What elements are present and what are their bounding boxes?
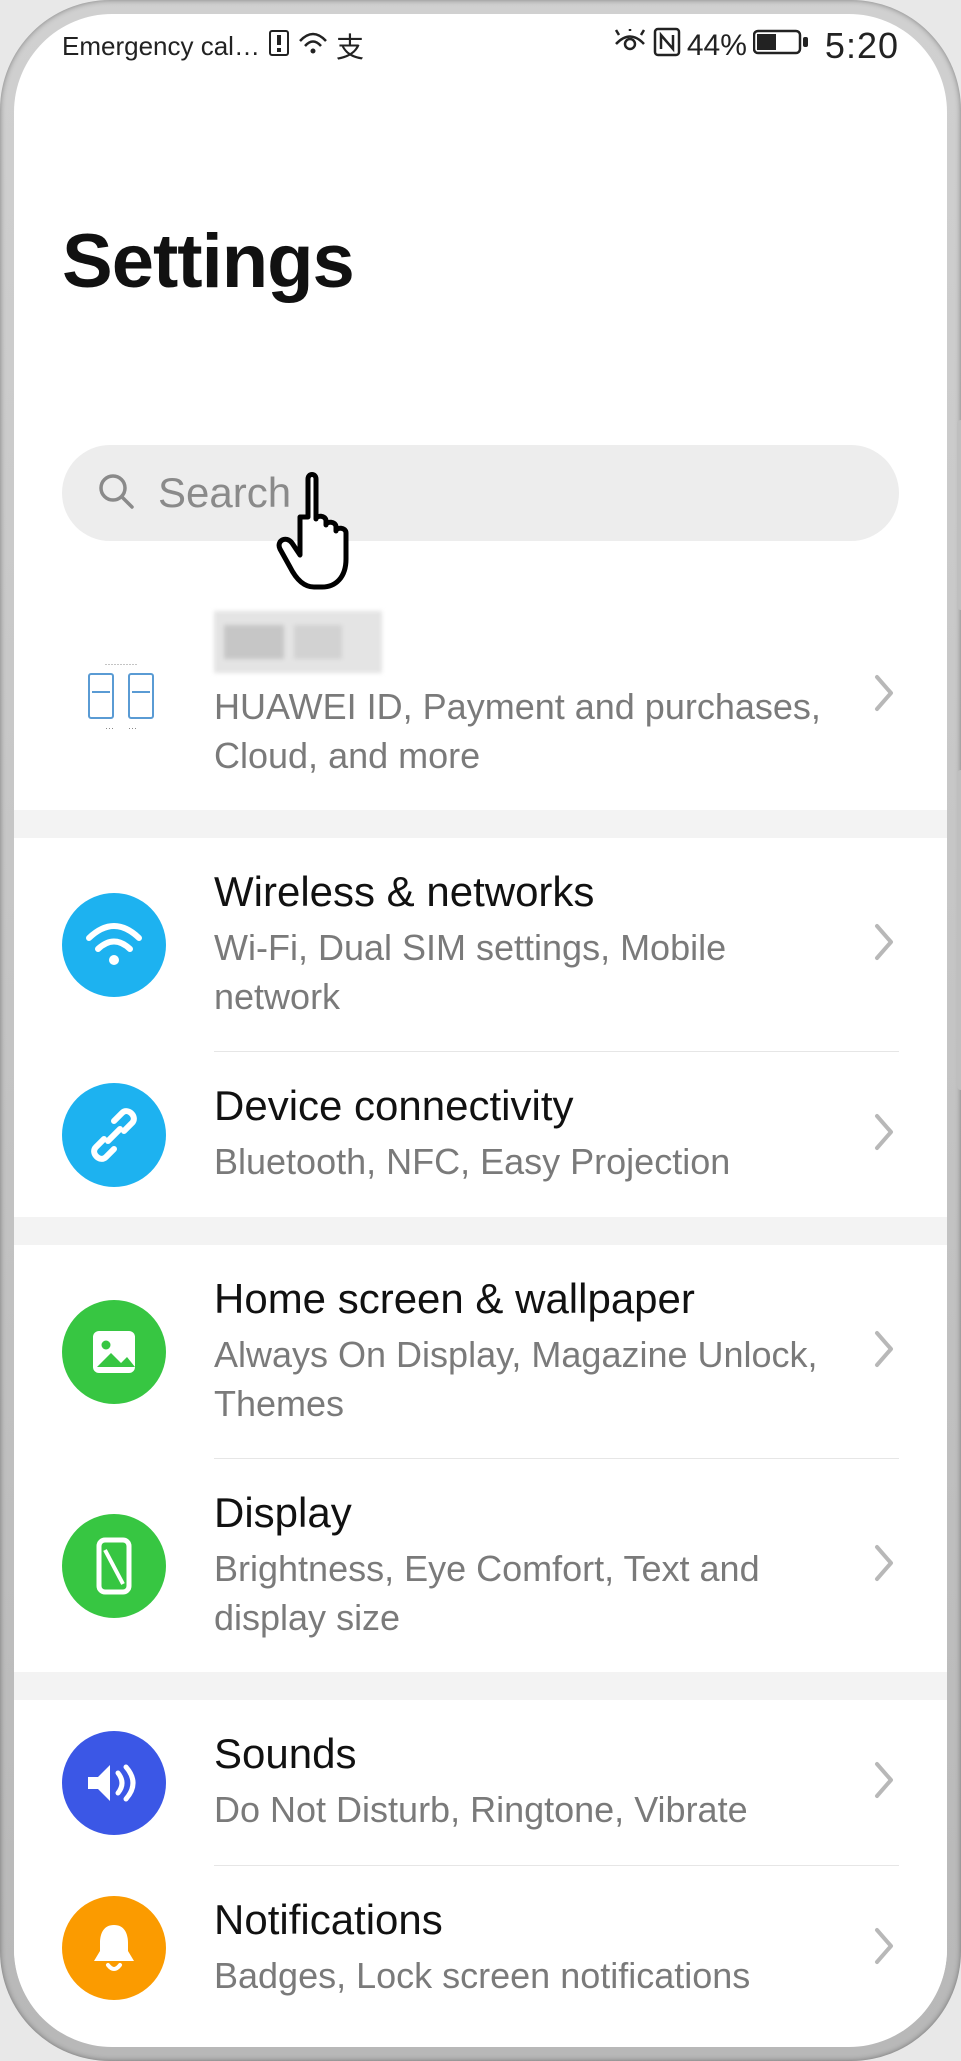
power-button[interactable]: [957, 770, 961, 1090]
row-subtitle: Brightness, Eye Comfort, Text and displa…: [214, 1545, 841, 1642]
battery-percent: 44%: [687, 29, 747, 63]
row-title: Home screen & wallpaper: [214, 1275, 841, 1323]
row-title: Display: [214, 1489, 841, 1537]
battery-icon: [753, 28, 809, 64]
chevron-right-icon: [871, 1327, 899, 1376]
search-input[interactable]: Search: [62, 445, 899, 541]
chevron-right-icon: [871, 1758, 899, 1807]
row-subtitle: Bluetooth, NFC, Easy Projection: [214, 1138, 841, 1187]
row-title: Device connectivity: [214, 1082, 841, 1130]
settings-row-display[interactable]: Display Brightness, Eye Comfort, Text and…: [14, 1459, 947, 1672]
row-subtitle: Do Not Disturb, Ringtone, Vibrate: [214, 1786, 841, 1835]
page-title: Settings: [14, 78, 947, 305]
phone-frame: Emergency cal… 支 44%: [0, 0, 961, 2061]
chevron-right-icon: [871, 920, 899, 969]
group-separator: [14, 1217, 947, 1245]
bell-icon: [62, 1896, 166, 2000]
screen: Emergency cal… 支 44%: [14, 14, 947, 2047]
settings-row-sounds[interactable]: Sounds Do Not Disturb, Ringtone, Vibrate: [14, 1700, 947, 1865]
settings-row-wireless[interactable]: Wireless & networks Wi-Fi, Dual SIM setti…: [14, 838, 947, 1051]
link-icon: [62, 1083, 166, 1187]
row-title: Wireless & networks: [214, 868, 841, 916]
search-placeholder: Search: [158, 469, 291, 517]
settings-row-home[interactable]: Home screen & wallpaper Always On Display…: [14, 1245, 947, 1458]
account-subtitle: HUAWEI ID, Payment and purchases, Cloud,…: [214, 683, 841, 780]
nfc-icon: [653, 27, 681, 65]
alipay-icon: 支: [336, 26, 364, 66]
phone-icon: [62, 1514, 166, 1618]
group-separator: [14, 1672, 947, 1700]
settings-group: Sounds Do Not Disturb, Ringtone, Vibrate N…: [14, 1700, 947, 2030]
row-title: Notifications: [214, 1896, 841, 1944]
clock: 5:20: [825, 25, 899, 67]
settings-row-connectivity[interactable]: Device connectivity Bluetooth, NFC, Easy …: [14, 1052, 947, 1217]
wifi-small-icon: [298, 31, 328, 62]
settings-group: Wireless & networks Wi-Fi, Dual SIM setti…: [14, 838, 947, 1217]
volume-icon: [62, 1731, 166, 1835]
sim-alert-icon: [268, 29, 290, 64]
carrier-text: Emergency cal…: [62, 31, 260, 62]
volume-button[interactable]: [957, 420, 961, 610]
chevron-right-icon: [871, 1110, 899, 1159]
wifi-icon: [62, 893, 166, 997]
chevron-right-icon: [871, 1541, 899, 1590]
account-preview-icon: ··········· ······: [62, 637, 180, 755]
chevron-right-icon: [871, 671, 899, 720]
account-row[interactable]: ··········· ······ HUAWEI ID, Payment an…: [14, 581, 947, 810]
image-icon: [62, 1300, 166, 1404]
search-icon: [96, 471, 136, 516]
status-bar: Emergency cal… 支 44%: [14, 14, 947, 78]
settings-row-notifications[interactable]: Notifications Badges, Lock screen notific…: [14, 1866, 947, 2031]
settings-group: Home screen & wallpaper Always On Display…: [14, 1245, 947, 1672]
chevron-right-icon: [871, 1924, 899, 1973]
group-separator: [14, 810, 947, 838]
row-title: Sounds: [214, 1730, 841, 1778]
row-subtitle: Wi-Fi, Dual SIM settings, Mobile network: [214, 924, 841, 1021]
row-subtitle: Badges, Lock screen notifications: [214, 1952, 841, 2001]
eye-icon: [613, 29, 647, 63]
account-name-redacted: [214, 611, 382, 673]
row-subtitle: Always On Display, Magazine Unlock, Them…: [214, 1331, 841, 1428]
